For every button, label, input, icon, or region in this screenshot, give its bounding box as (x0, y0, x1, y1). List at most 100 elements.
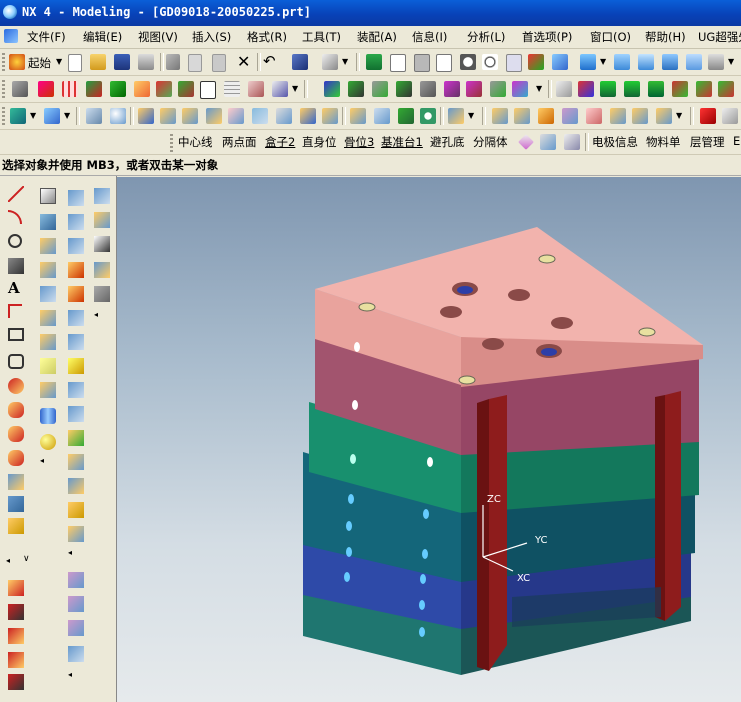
divider-button[interactable]: 分隔体 (473, 134, 508, 150)
runner-icon[interactable] (300, 108, 316, 124)
sketch-tool-icon[interactable] (40, 188, 56, 204)
menu-tools[interactable]: 工具(T) (302, 29, 341, 45)
new-file-icon[interactable] (68, 54, 82, 72)
reposition-icon[interactable] (538, 108, 554, 124)
grid-icon[interactable] (62, 81, 78, 97)
pad-tool-icon[interactable] (40, 262, 56, 278)
two-point-plane-button[interactable]: 两点面 (222, 134, 257, 150)
emboss-icon[interactable] (40, 358, 56, 374)
cut-icon[interactable] (166, 54, 180, 70)
mate-icon[interactable] (514, 108, 530, 124)
bom-icon[interactable] (374, 108, 390, 124)
toolbar-grip[interactable] (2, 80, 5, 98)
layer-manager-button[interactable]: 层管理 (690, 134, 725, 150)
edit-parameters-icon[interactable] (94, 188, 110, 204)
view-right-icon[interactable] (662, 54, 678, 70)
paste-icon[interactable] (212, 54, 226, 72)
sprue-icon[interactable] (182, 108, 198, 124)
electrode-list-icon[interactable] (696, 81, 712, 97)
wrap-geometry-icon[interactable] (68, 478, 84, 494)
rib3-button[interactable]: 骨位3 (344, 134, 374, 150)
nx-app-icon[interactable] (3, 5, 17, 19)
red-cube-icon[interactable] (700, 108, 716, 124)
patch-icon[interactable] (68, 358, 84, 374)
sew-icon[interactable] (68, 334, 84, 350)
sequence-icon[interactable] (586, 108, 602, 124)
instance-icon[interactable] (68, 430, 84, 446)
offset-curve-icon[interactable] (8, 450, 24, 466)
through-mesh-icon[interactable] (68, 620, 84, 636)
mold-csys-icon[interactable] (372, 81, 388, 97)
electrode-cut-icon[interactable] (600, 81, 616, 97)
rotate-icon[interactable] (482, 54, 498, 70)
print-icon[interactable] (138, 54, 154, 70)
extrude-icon[interactable] (38, 81, 54, 97)
help-icon[interactable] (272, 81, 288, 97)
tree-icon[interactable] (248, 81, 264, 97)
scroll-left-icon[interactable]: ◂ (68, 548, 84, 564)
ejector-pin-icon[interactable] (160, 108, 176, 124)
scroll-left-icon[interactable]: ◂ (40, 456, 56, 472)
pocket-icon[interactable] (350, 108, 366, 124)
mold-workpiece-icon[interactable] (420, 81, 436, 97)
project-curve-icon[interactable] (8, 496, 24, 512)
mold-family-icon[interactable] (466, 81, 482, 97)
slider-icon[interactable] (206, 108, 222, 124)
standard-part-icon[interactable] (138, 108, 154, 124)
table-icon[interactable] (224, 81, 240, 97)
mold-base-model[interactable]: ZC YC XC (117, 177, 741, 702)
ruled-icon[interactable] (68, 572, 84, 588)
line-icon[interactable] (8, 186, 24, 202)
view-front-icon[interactable] (638, 54, 654, 70)
zoom-window-icon[interactable] (414, 54, 430, 72)
text-a-icon[interactable]: A (8, 280, 24, 296)
chevron-down-icon[interactable]: ▼ (56, 57, 62, 66)
delete-feature-icon[interactable] (94, 236, 110, 252)
polygon-icon[interactable] (8, 354, 24, 369)
lifter-icon[interactable] (228, 108, 244, 124)
graphics-window[interactable]: ZC YC XC (117, 177, 741, 702)
undo-icon[interactable]: ↶ (263, 52, 276, 70)
wcs-icon[interactable] (528, 54, 544, 70)
arc-icon[interactable] (8, 210, 22, 224)
extract-body-icon[interactable] (68, 454, 84, 470)
unsuppress-icon[interactable] (94, 286, 110, 302)
menu-assembly[interactable]: 装配(A) (357, 29, 397, 45)
zoom-region-icon[interactable] (436, 54, 452, 72)
chevron-down-icon[interactable]: ▼ (600, 57, 606, 66)
mold-parting-icon[interactable] (512, 81, 528, 97)
swept-icon[interactable] (68, 646, 84, 662)
subinsert-icon[interactable] (252, 108, 268, 124)
circle-point-icon[interactable] (8, 234, 22, 248)
chevron-down-icon[interactable]: ▼ (728, 57, 734, 66)
block-icon[interactable] (86, 81, 102, 97)
drawing-icon[interactable] (398, 108, 414, 124)
pocket-tool-icon[interactable] (40, 238, 56, 254)
bom-button[interactable]: 物料单 (646, 134, 681, 150)
toolbar-grip[interactable] (170, 134, 173, 152)
mold-project-icon[interactable] (348, 81, 364, 97)
helix-icon[interactable] (8, 426, 24, 442)
sketch-icon[interactable] (12, 81, 28, 97)
pad-icon[interactable] (134, 81, 150, 97)
chevron-down-icon[interactable]: ▼ (468, 111, 474, 120)
cooling-icon[interactable] (322, 108, 338, 124)
diamond-icon[interactable] (518, 134, 534, 150)
window-menu-icon[interactable] (4, 29, 18, 43)
menu-analysis[interactable]: 分析(L) (467, 29, 505, 45)
ef-button[interactable]: EF (733, 134, 741, 148)
component-icon[interactable] (492, 108, 508, 124)
chevron-down-icon[interactable]: ▼ (64, 111, 70, 120)
sphere-icon[interactable] (110, 108, 126, 124)
assembly-icon[interactable] (448, 108, 464, 124)
electrode-trim-icon[interactable] (624, 81, 640, 97)
view-iso-icon[interactable] (686, 54, 702, 70)
mold-layout-icon[interactable] (444, 81, 460, 97)
slot-icon[interactable] (40, 310, 56, 326)
chamfer-edge-icon[interactable] (68, 214, 84, 230)
menu-ug-plugin[interactable]: UG超强外 (698, 29, 741, 45)
electrode-design-icon[interactable] (578, 81, 594, 97)
rectangle-icon[interactable] (8, 328, 24, 341)
mold-shrink-icon[interactable] (396, 81, 412, 97)
bridge-curve-icon[interactable] (8, 474, 24, 490)
